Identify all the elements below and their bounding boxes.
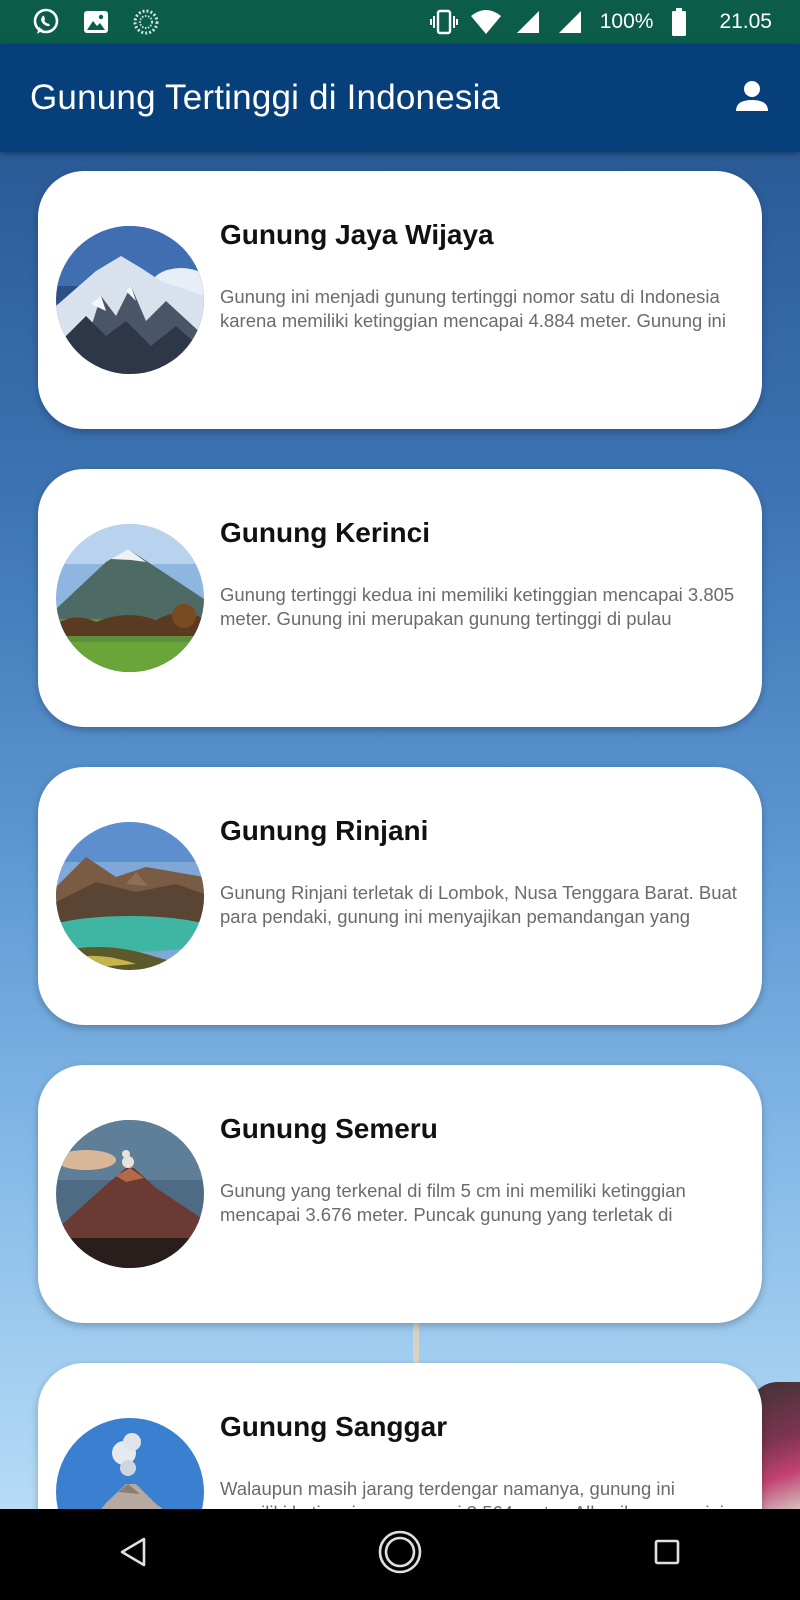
back-button[interactable] [93,1515,173,1595]
mountain-card[interactable]: Gunung Kerinci Gunung tertinggi kedua in… [38,469,762,727]
whatsapp-icon [30,6,62,38]
wifi-icon [470,6,502,38]
mountain-list[interactable]: Gunung Jaya Wijaya Gunung ini menjadi gu… [0,152,800,1509]
account-icon [735,79,769,118]
signal-icon [512,6,544,38]
gallery-icon [80,6,112,38]
mountain-name: Gunung Kerinci [220,517,430,548]
mountain-name: Gunung Rinjani [220,815,429,846]
signal-icon [554,6,586,38]
mountain-name: Gunung Semeru [220,1113,438,1144]
vibrate-icon [428,6,460,38]
mountain-thumbnail [56,1120,204,1268]
mountain-thumbnail [56,226,204,374]
battery-percent: 100% [599,10,654,33]
mountain-description: Gunung Rinjani terletak di Lombok, Nusa … [220,882,737,927]
mountain-thumbnail [56,1418,204,1509]
mountain-description: Gunung tertinggi kedua ini memiliki keti… [220,584,735,629]
mountain-description: Walaupun masih jarang terdengar namanya,… [220,1478,724,1509]
mountain-name: Gunung Sanggar [220,1411,448,1442]
app-bar: Gunung Tertinggi di Indonesia [0,44,800,152]
home-icon [377,1529,423,1580]
page-title: Gunung Tertinggi di Indonesia [30,78,501,117]
mountain-description: Gunung yang terkenal di film 5 cm ini me… [220,1180,686,1225]
mountain-thumbnail [56,822,204,970]
back-icon [118,1536,148,1573]
navigation-bar [0,1509,800,1600]
mountain-card[interactable]: Gunung Semeru Gunung yang terkenal di fi… [38,1065,762,1323]
battery-icon [663,6,695,38]
mountain-name: Gunung Jaya Wijaya [220,219,494,250]
mountain-card[interactable]: Gunung Rinjani Gunung Rinjani terletak d… [38,767,762,1025]
mountain-card[interactable]: Gunung Jaya Wijaya Gunung ini menjadi gu… [38,171,762,429]
recents-icon [653,1538,681,1571]
status-bar: 100% 21.05 [0,0,800,44]
mountain-card[interactable]: Gunung Sanggar Walaupun masih jarang ter… [38,1363,762,1509]
status-right: 100% 21.05 [428,6,772,38]
profile-button[interactable] [728,74,776,122]
loading-icon [130,6,162,38]
mountain-description: Gunung ini menjadi gunung tertinggi nomo… [220,286,726,331]
mountain-thumbnail [56,524,204,672]
home-button[interactable] [360,1515,440,1595]
status-left [30,6,162,38]
recents-button[interactable] [627,1515,707,1595]
status-time: 21.05 [719,10,772,33]
